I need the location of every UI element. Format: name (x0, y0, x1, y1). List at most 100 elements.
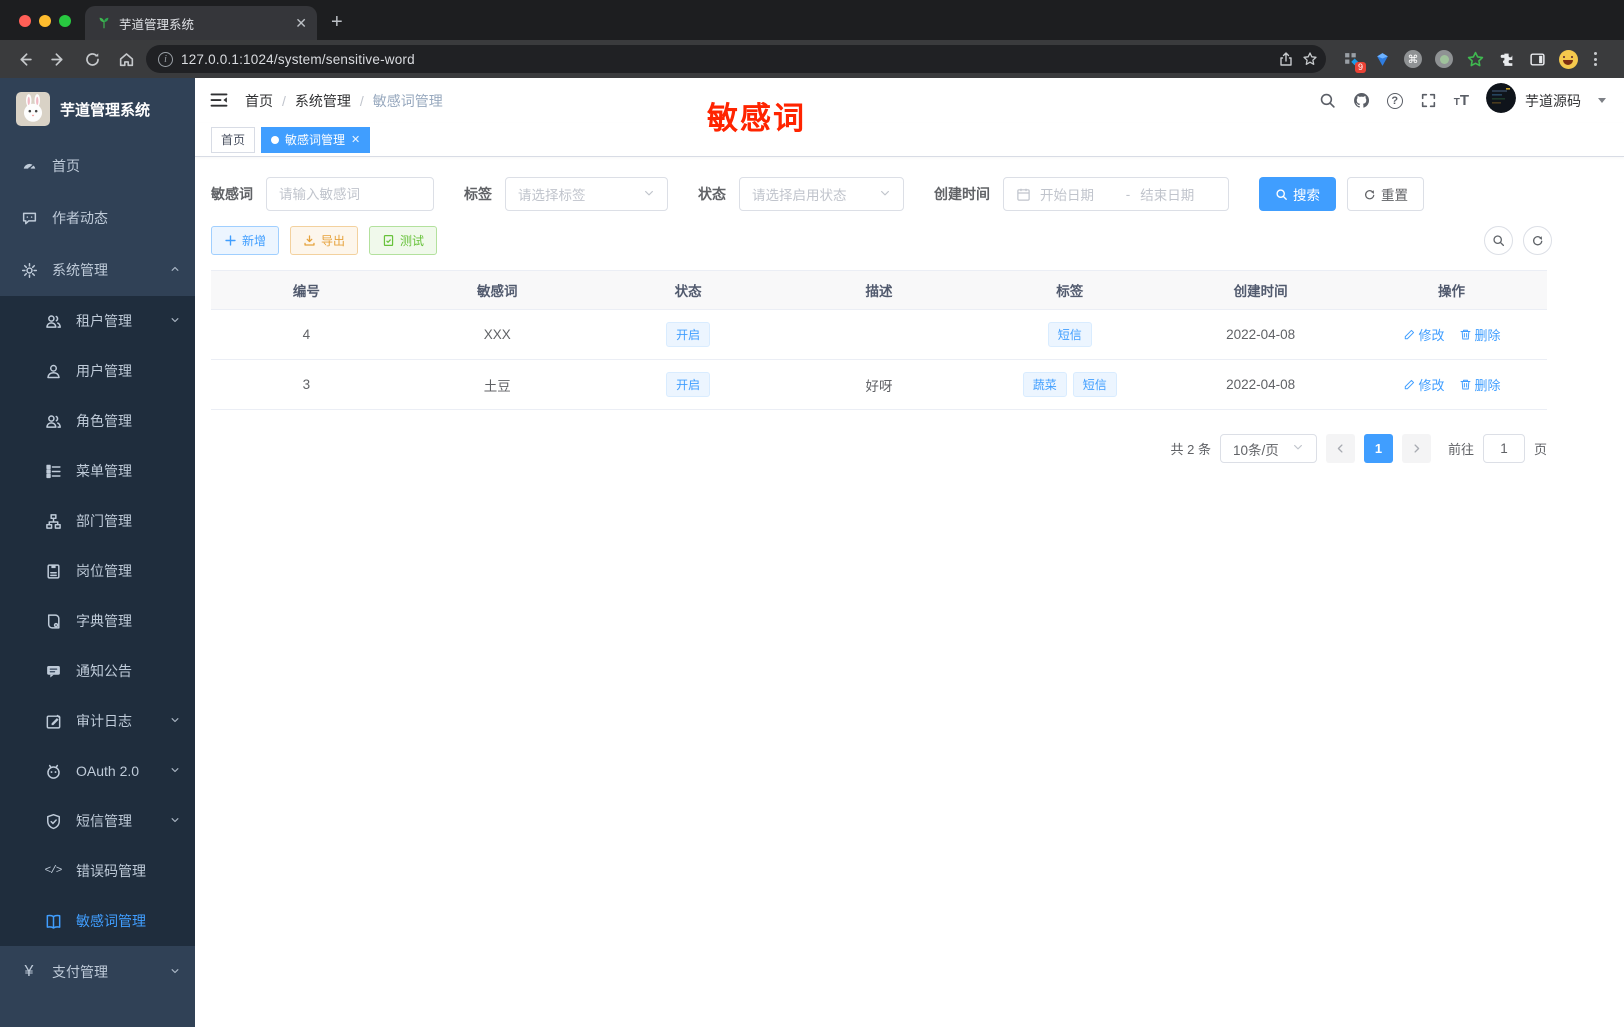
github-icon[interactable] (1353, 92, 1370, 109)
site-info-icon[interactable]: i (158, 51, 173, 67)
sidebar-item-label: 岗位管理 (76, 563, 132, 579)
goto-page-input[interactable] (1495, 441, 1512, 456)
show-search-icon[interactable] (1484, 226, 1513, 255)
sidebar-item-2[interactable]: 系统管理 (0, 244, 195, 296)
sidebar-item-16[interactable]: ¥ 支付管理 (0, 946, 195, 998)
date-range-picker[interactable]: 开始日期 - 结束日期 (1003, 177, 1229, 211)
refresh-icon[interactable] (1523, 226, 1552, 255)
sidebar-item-label: OAuth 2.0 (76, 763, 140, 779)
sidebar-item-label: 短信管理 (76, 813, 132, 829)
caret-down-icon[interactable] (1598, 98, 1606, 107)
breadcrumb-system[interactable]: 系统管理 (295, 91, 351, 111)
browser-tab[interactable]: 芋道管理系统 ✕ (85, 6, 317, 40)
font-size-icon[interactable]: TT (1454, 92, 1469, 109)
extension-gem-icon[interactable] (1371, 48, 1393, 70)
sidebar-item-label: 通知公告 (76, 663, 132, 679)
tag-badge: 短信 (1072, 372, 1117, 397)
username[interactable]: 芋道源码 (1525, 91, 1581, 111)
sidebar-item-8[interactable]: 岗位管理 (0, 546, 195, 596)
side-panel-icon[interactable] (1526, 48, 1548, 70)
sidebar-item-5[interactable]: 角色管理 (0, 396, 195, 446)
extension-record-icon[interactable] (1433, 48, 1455, 70)
share-icon[interactable] (1278, 51, 1294, 67)
tab-close-icon[interactable]: ✕ (295, 15, 307, 32)
status-badge: 开启 (666, 372, 711, 397)
extension-command-icon[interactable]: ⌘ (1402, 48, 1424, 70)
minimize-window-button[interactable] (39, 15, 51, 27)
reload-icon[interactable] (78, 45, 106, 73)
fullscreen-icon[interactable] (1420, 92, 1437, 109)
forward-icon[interactable] (44, 45, 72, 73)
extension-grid-icon[interactable]: 9 (1340, 48, 1366, 73)
search-button[interactable]: 搜索 (1259, 177, 1336, 211)
prev-page-icon[interactable] (1325, 434, 1355, 463)
sidebar-item-10[interactable]: 通知公告 (0, 646, 195, 696)
sidebar-item-label: 作者动态 (52, 210, 108, 226)
user-avatar[interactable] (1486, 83, 1516, 118)
window-controls[interactable] (0, 15, 85, 40)
table-toolbar: 新增 导出 测试 (211, 226, 1608, 255)
puzzle-extensions-icon[interactable] (1495, 48, 1517, 70)
tab-home[interactable]: 首页 (211, 126, 256, 153)
cell: 3 (211, 359, 402, 410)
tag-select[interactable]: 请选择标签 (505, 177, 668, 211)
sidebar-item-label: 角色管理 (76, 413, 132, 429)
shield-icon (44, 812, 62, 830)
sidebar-item-13[interactable]: 短信管理 (0, 796, 195, 846)
breadcrumb-home[interactable]: 首页 (245, 91, 273, 111)
book-icon (44, 912, 62, 930)
back-icon[interactable] (10, 45, 38, 73)
sidebar-item-3[interactable]: 租户管理 (0, 296, 195, 346)
page-size-select[interactable]: 10条/页 (1219, 434, 1317, 463)
column-header: 描述 (783, 270, 975, 310)
current-page[interactable]: 1 (1363, 434, 1393, 463)
sidebar-item-11[interactable]: 审计日志 (0, 696, 195, 746)
status-select[interactable]: 请选择启用状态 (739, 177, 904, 211)
url-bar[interactable]: i 127.0.0.1:1024/system/sensitive-word (146, 45, 1326, 73)
gear-icon (20, 261, 38, 279)
delete-link[interactable]: 删除 (1459, 325, 1501, 344)
sidebar-item-14[interactable]: </> 错误码管理 (0, 846, 195, 896)
collapse-sidebar-icon[interactable] (209, 90, 231, 112)
cell (783, 309, 975, 360)
next-page-icon[interactable] (1401, 434, 1431, 463)
zoom-window-button[interactable] (59, 15, 71, 27)
browser-tab-title: 芋道管理系统 (119, 17, 195, 32)
sidebar-item-15[interactable]: 敏感词管理 (0, 896, 195, 946)
keyword-input[interactable] (279, 186, 421, 202)
sidebar-item-9[interactable]: 字典管理 (0, 596, 195, 646)
tab-sensitive-word[interactable]: 敏感词管理 ✕ (261, 126, 371, 153)
test-button[interactable]: 测试 (369, 226, 438, 255)
new-tab-button[interactable]: + (317, 11, 343, 40)
sidebar-item-12[interactable]: OAuth 2.0 (0, 746, 195, 796)
user-icon (44, 362, 62, 380)
yen-icon: ¥ (24, 963, 34, 980)
bookmark-star-icon[interactable] (1302, 51, 1318, 67)
sidebar-item-4[interactable]: 用户管理 (0, 346, 195, 396)
delete-link[interactable]: 删除 (1459, 375, 1501, 394)
edit-link[interactable]: 修改 (1403, 375, 1445, 394)
browser-menu-icon[interactable] (1588, 52, 1605, 66)
chevron-down-icon (169, 763, 181, 779)
sidebar-item-6[interactable]: 菜单管理 (0, 446, 195, 496)
profile-emoji-icon[interactable] (1557, 48, 1579, 70)
home-icon[interactable] (112, 45, 140, 73)
status-cell: 开启 (592, 359, 784, 410)
sidebar-item-0[interactable]: 首页 (0, 140, 195, 192)
top-navbar: 首页 / 系统管理 / 敏感词管理 ? TT 芋道源码 (195, 78, 1624, 123)
extension-star-icon[interactable] (1464, 48, 1486, 70)
help-icon[interactable]: ? (1386, 92, 1403, 109)
edit-link[interactable]: 修改 (1403, 325, 1445, 344)
dict-icon (44, 612, 62, 630)
close-window-button[interactable] (19, 15, 31, 27)
export-button[interactable]: 导出 (290, 226, 359, 255)
sidebar-item-1[interactable]: 作者动态 (0, 192, 195, 244)
add-button[interactable]: 新增 (211, 226, 280, 255)
sidebar-item-label: 支付管理 (52, 964, 108, 980)
sidebar-item-7[interactable]: 部门管理 (0, 496, 195, 546)
actions-cell: 修改 删除 (1356, 309, 1547, 360)
annotation-text: 敏感词 (707, 101, 806, 136)
search-icon[interactable] (1319, 92, 1336, 109)
reset-button[interactable]: 重置 (1347, 177, 1424, 211)
tab-close-icon[interactable]: ✕ (351, 133, 360, 146)
